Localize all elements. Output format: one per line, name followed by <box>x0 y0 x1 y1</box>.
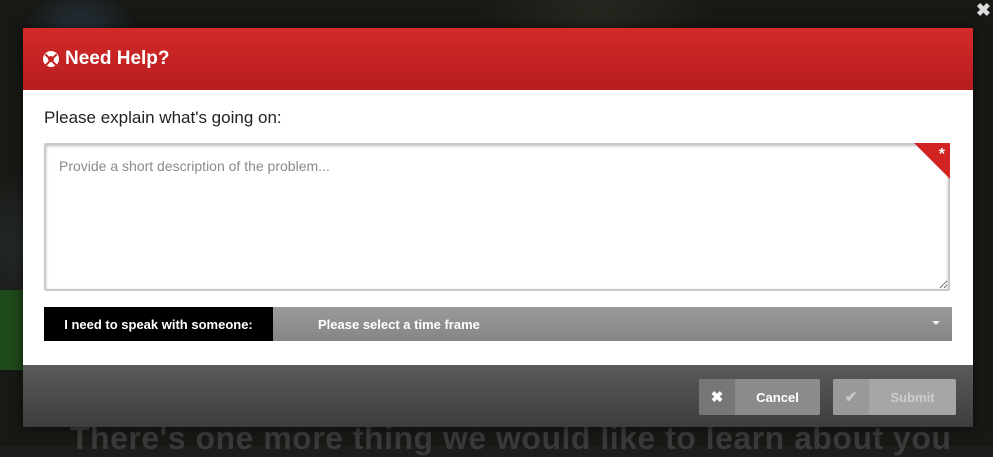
required-star: * <box>938 146 945 163</box>
chevron-down-icon <box>932 321 940 325</box>
description-wrapper: * <box>44 143 950 291</box>
help-modal: Need Help? Please explain what's going o… <box>23 28 973 427</box>
time-frame-selected: Please select a time frame <box>318 316 480 332</box>
lifebuoy-icon <box>43 51 59 67</box>
modal-title: Need Help? <box>65 48 170 69</box>
cancel-button[interactable]: ✖ Cancel <box>699 379 820 415</box>
cancel-label: Cancel <box>756 389 799 405</box>
prompt-label: Please explain what's going on: <box>44 108 282 127</box>
speak-row: I need to speak with someone: Please sel… <box>44 307 952 341</box>
description-textarea[interactable] <box>44 143 950 291</box>
background-image-fragment <box>0 290 24 370</box>
speak-label: I need to speak with someone: <box>44 307 273 341</box>
submit-label: Submit <box>890 389 935 405</box>
modal-body: Please explain what's going on: * I need… <box>23 90 973 341</box>
time-frame-select[interactable]: Please select a time frame <box>273 307 952 341</box>
close-icon[interactable]: ✖ <box>976 0 991 21</box>
modal-header: Need Help? <box>23 28 973 90</box>
close-icon: ✖ <box>699 379 735 415</box>
modal-footer: ✖ Cancel ✔ Submit <box>23 365 973 427</box>
submit-button[interactable]: ✔ Submit <box>833 379 956 415</box>
check-icon: ✔ <box>833 379 869 415</box>
